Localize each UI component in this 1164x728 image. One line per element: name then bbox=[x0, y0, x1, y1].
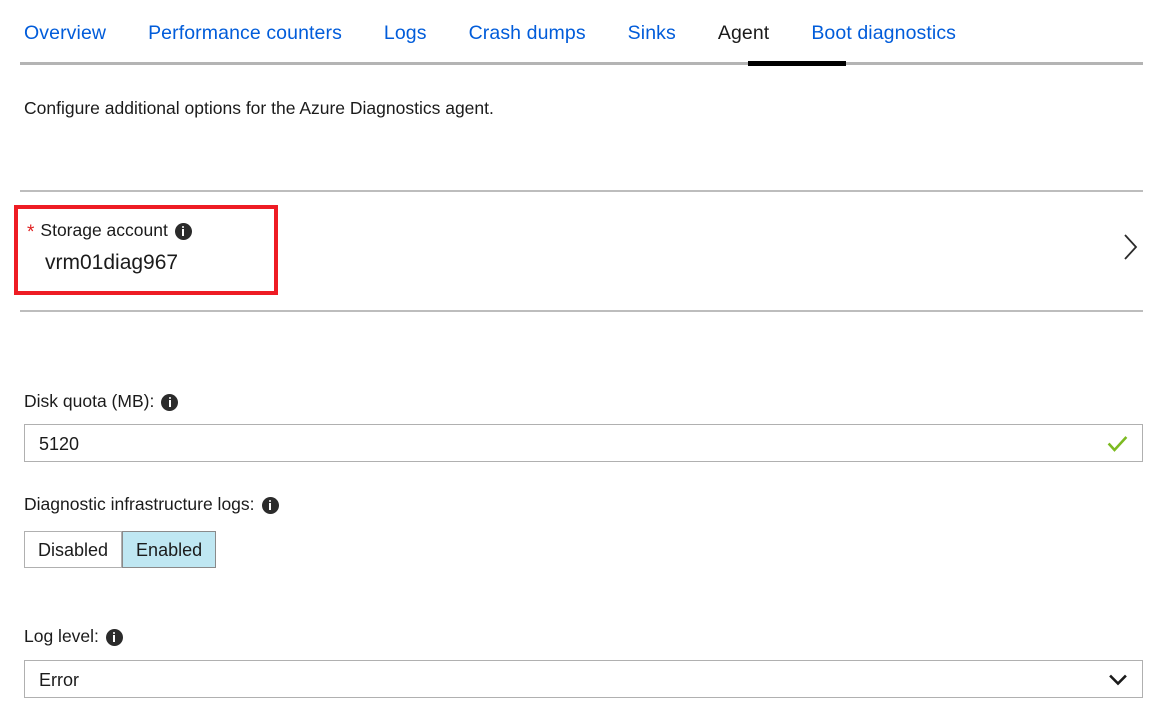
log-level-select[interactable]: Error bbox=[24, 660, 1143, 698]
toggle-option-disabled[interactable]: Disabled bbox=[24, 531, 122, 568]
info-icon[interactable] bbox=[106, 629, 123, 646]
info-icon[interactable] bbox=[262, 497, 279, 514]
storage-account-label: Storage account bbox=[40, 218, 167, 242]
tab-bar: Overview Performance counters Logs Crash… bbox=[0, 0, 1164, 66]
disk-quota-value: 5120 bbox=[39, 432, 79, 456]
chevron-down-icon[interactable] bbox=[1108, 672, 1128, 688]
disk-quota-label-group: Disk quota (MB): bbox=[24, 389, 178, 413]
tab-list: Overview Performance counters Logs Crash… bbox=[24, 20, 977, 46]
disk-quota-input[interactable]: 5120 bbox=[24, 424, 1143, 462]
log-level-label: Log level: bbox=[24, 624, 99, 648]
separator-below-storage-account bbox=[20, 310, 1143, 312]
toggle-option-enabled[interactable]: Enabled bbox=[122, 531, 216, 568]
page-description: Configure additional options for the Azu… bbox=[24, 95, 494, 121]
tab-bar-rule bbox=[20, 62, 1143, 65]
info-icon[interactable] bbox=[161, 394, 178, 411]
storage-account-row[interactable]: * Storage account vrm01diag967 bbox=[0, 192, 1164, 310]
tab-performance-counters[interactable]: Performance counters bbox=[127, 20, 363, 46]
tab-sinks[interactable]: Sinks bbox=[607, 20, 697, 46]
diagnostic-logs-label: Diagnostic infrastructure logs: bbox=[24, 492, 255, 516]
disk-quota-label: Disk quota (MB): bbox=[24, 389, 154, 413]
checkmark-icon bbox=[1107, 434, 1128, 455]
tab-crash-dumps[interactable]: Crash dumps bbox=[448, 20, 607, 46]
tab-overview[interactable]: Overview bbox=[24, 20, 127, 46]
tab-active-indicator bbox=[748, 61, 846, 66]
required-asterisk: * bbox=[27, 224, 34, 242]
storage-account-value: vrm01diag967 bbox=[45, 248, 178, 278]
info-icon[interactable] bbox=[175, 223, 192, 240]
log-level-value: Error bbox=[39, 668, 79, 692]
tab-agent[interactable]: Agent bbox=[697, 20, 790, 46]
diagnostic-logs-toggle: Disabled Enabled bbox=[24, 531, 216, 568]
tab-boot-diagnostics[interactable]: Boot diagnostics bbox=[790, 20, 977, 46]
chevron-right-icon[interactable] bbox=[1120, 230, 1142, 264]
tab-logs[interactable]: Logs bbox=[363, 20, 448, 46]
log-level-label-group: Log level: bbox=[24, 624, 123, 648]
storage-account-label-group: * Storage account bbox=[27, 218, 192, 242]
diagnostic-logs-label-group: Diagnostic infrastructure logs: bbox=[24, 492, 279, 516]
